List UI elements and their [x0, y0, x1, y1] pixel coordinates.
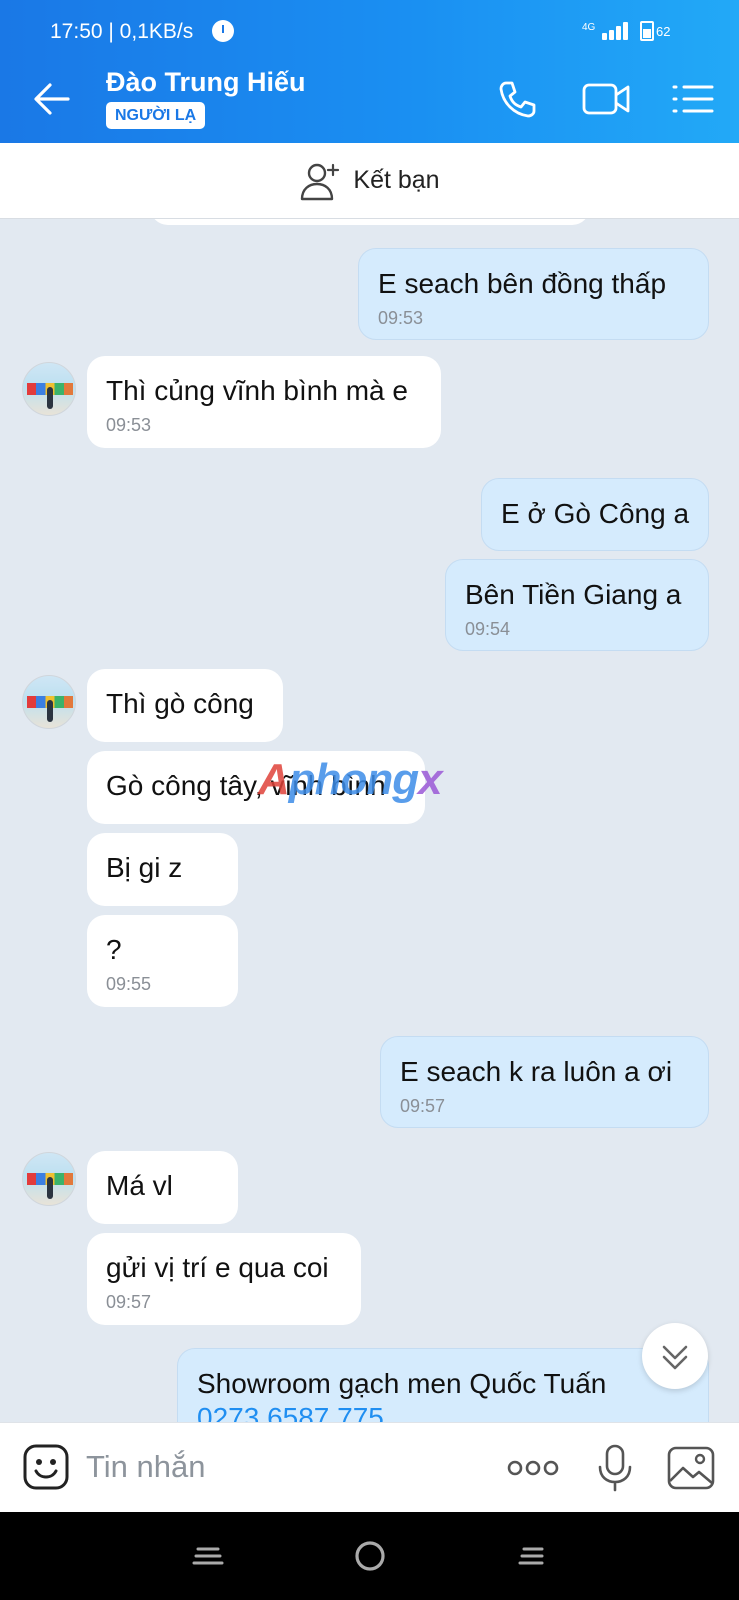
video-call-icon[interactable]: [580, 75, 634, 123]
contact-avatar[interactable]: [22, 675, 76, 729]
outgoing-message[interactable]: Bên Tiền Giang a 09:54: [445, 559, 709, 651]
message-input-bar: [0, 1422, 739, 1512]
contact-avatar[interactable]: [22, 1152, 76, 1206]
incoming-message[interactable]: Bị gi z: [87, 833, 238, 906]
microphone-icon[interactable]: [590, 1443, 640, 1493]
message-text: Bên Tiền Giang a: [465, 579, 682, 610]
more-dots-icon[interactable]: [506, 1443, 560, 1493]
outgoing-message[interactable]: E seach bên đồng thấp 09:53: [358, 248, 709, 340]
phone-icon[interactable]: [492, 75, 540, 123]
message-list[interactable]: E seach bên đồng thấp 09:53 Thì củng vĩn…: [0, 219, 739, 1422]
message-text: Thì củng vĩnh bình mà e: [106, 375, 408, 406]
battery-icon: [640, 21, 654, 41]
incoming-message[interactable]: Thì gò công: [87, 669, 283, 742]
network-type: 4G: [582, 22, 596, 33]
message-text: E ở Gò Công a: [501, 498, 690, 529]
home-icon[interactable]: [348, 1534, 392, 1578]
outgoing-message[interactable]: Showroom gạch men Quốc Tuấn 0273 6587 77…: [177, 1348, 709, 1422]
message-text: Bị gi z: [106, 852, 183, 883]
message-time: 09:53: [378, 308, 424, 328]
status-bar: 17:50 | 0,1KB/s 4G 62: [0, 0, 739, 55]
message-time: 09:54: [465, 619, 511, 639]
contact-avatar[interactable]: [22, 362, 76, 416]
message-time: 09:55: [106, 974, 152, 994]
message-time: 09:57: [400, 1096, 446, 1116]
message-time: 09:53: [106, 415, 152, 435]
previous-message-bubble: [150, 219, 590, 225]
outgoing-message[interactable]: E seach k ra luôn a ơi 09:57: [380, 1036, 709, 1128]
back-arrow-icon[interactable]: [28, 77, 76, 121]
system-nav-bar: [0, 1512, 739, 1600]
chevron-down-icon: [662, 1345, 688, 1370]
signal-icon: [596, 22, 630, 40]
message-text: gửi vị trí e qua coi: [106, 1252, 329, 1283]
menu-list-icon[interactable]: [670, 75, 718, 123]
message-text: ?: [106, 934, 122, 965]
contact-name[interactable]: Đào Trung Hiếu: [106, 67, 306, 98]
add-friend-button[interactable]: Kết bạn: [0, 143, 739, 219]
message-text: Gò công tây, vĩnh bình: [106, 770, 386, 801]
incoming-message[interactable]: Thì củng vĩnh bình mà e 09:53: [87, 356, 441, 448]
message-input[interactable]: [86, 1441, 476, 1493]
scroll-to-bottom-button[interactable]: [642, 1323, 708, 1389]
message-time: 09:57: [106, 1292, 152, 1312]
image-icon[interactable]: [666, 1443, 716, 1493]
incoming-message[interactable]: ? 09:55: [87, 915, 238, 1007]
stranger-badge: NGƯỜI LẠ: [106, 102, 206, 129]
outgoing-message[interactable]: E ở Gò Công a: [481, 478, 709, 551]
back-nav-icon[interactable]: [510, 1534, 554, 1578]
message-text: Má vl: [106, 1170, 173, 1201]
message-text: E seach k ra luôn a ơi: [400, 1056, 673, 1087]
alarm-icon: [212, 20, 234, 42]
incoming-message[interactable]: Má vl: [87, 1151, 238, 1224]
incoming-message[interactable]: Gò công tây, vĩnh bình: [87, 751, 425, 824]
recent-apps-icon[interactable]: [186, 1534, 230, 1578]
emoji-icon[interactable]: [22, 1443, 70, 1491]
message-text: E seach bên đồng thấp: [378, 268, 667, 299]
phone-link[interactable]: 0273 6587 775: [197, 1402, 384, 1422]
battery-level: 62: [656, 24, 671, 39]
incoming-message[interactable]: gửi vị trí e qua coi 09:57: [87, 1233, 361, 1325]
add-friend-label: Kết bạn: [353, 166, 440, 194]
add-user-icon: [301, 163, 340, 200]
message-text: Thì gò công: [106, 688, 254, 719]
message-text: Showroom gạch men Quốc Tuấn: [197, 1368, 607, 1399]
status-time: 17:50 | 0,1KB/s: [50, 20, 194, 43]
chat-header: Đào Trung Hiếu NGƯỜI LẠ: [0, 55, 739, 143]
